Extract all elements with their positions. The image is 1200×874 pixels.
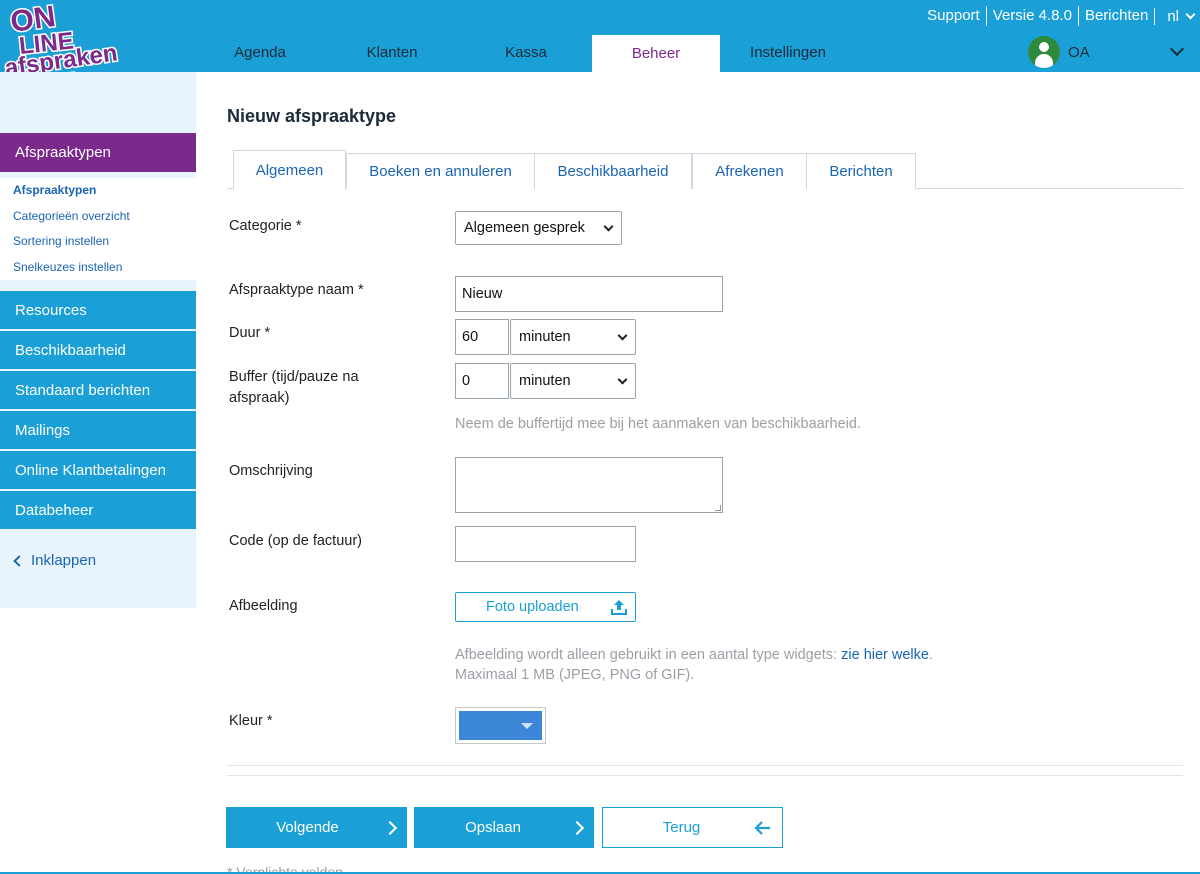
support-link[interactable]: Support (921, 6, 987, 26)
afbeelding-hint-text: Afbeelding wordt alleen gebruikt in een … (455, 647, 842, 663)
nav-klanten[interactable]: Klanten (324, 33, 460, 71)
tab-boeken-annuleren[interactable]: Boeken en annuleren (346, 153, 535, 189)
buffer-label: Buffer (tijd/pauze na afspraak) (229, 369, 359, 406)
tab-bar: Algemeen Boeken en annuleren Beschikbaar… (227, 150, 1183, 190)
sidebar-item-mailings[interactable]: Mailings (0, 410, 196, 449)
duur-unit-value: minuten (519, 329, 571, 345)
tab-algemeen[interactable]: Algemeen (233, 150, 346, 190)
avatar-icon (1028, 36, 1060, 68)
sidebar-item-databeheer[interactable]: Databeheer (0, 490, 196, 529)
user-initials: OA (1068, 43, 1090, 61)
color-swatch (459, 711, 542, 740)
chevron-down-icon (617, 374, 628, 385)
naam-label: Afspraaktype naam * (229, 282, 364, 298)
afbeelding-size-hint: Maximaal 1 MB (JPEG, PNG of GIF). (455, 667, 695, 683)
chevron-down-icon (617, 330, 628, 341)
categorie-value: Algemeen gesprek (464, 220, 585, 236)
chevron-down-icon (603, 221, 614, 232)
nav-beheer[interactable]: Beheer (592, 35, 720, 72)
next-label: Volgende (276, 819, 339, 836)
chevron-left-icon (13, 554, 25, 567)
chevron-right-icon (569, 820, 585, 835)
sidebar: Afspraaktypen Afspraaktypen Categorieën … (0, 72, 196, 608)
nav-instellingen[interactable]: Instellingen (720, 33, 856, 71)
back-button[interactable]: Terug (602, 807, 783, 848)
sidebar-item-beschikbaarheid[interactable]: Beschikbaarheid (0, 330, 196, 369)
resize-handle-icon[interactable] (715, 505, 721, 511)
duur-unit-select[interactable]: minuten (510, 319, 636, 355)
sidebar-subitem-categorieen[interactable]: Categorieën overzicht (0, 204, 196, 230)
messages-link[interactable]: Berichten (1079, 6, 1154, 26)
top-links: Support Versie 4.8.0 Berichten nl (921, 0, 1200, 32)
sidebar-subitem-sortering[interactable]: Sortering instellen (0, 229, 196, 255)
nav-agenda[interactable]: Agenda (196, 33, 324, 71)
divider (227, 775, 1183, 776)
sidebar-header-afspraaktypen[interactable]: Afspraaktypen (0, 133, 196, 172)
widgets-link[interactable]: zie hier welke (841, 647, 929, 663)
top-bar: Support Versie 4.8.0 Berichten nl Agenda… (0, 0, 1200, 72)
buffer-unit-value: minuten (519, 373, 571, 389)
save-label: Opslaan (465, 819, 521, 836)
buffer-unit-select[interactable]: minuten (510, 363, 636, 399)
divider (227, 765, 1183, 766)
sidebar-item-resources[interactable]: Resources (0, 290, 196, 329)
nav-kassa[interactable]: Kassa (460, 33, 592, 71)
chevron-down-icon (1185, 9, 1196, 19)
collapse-label: Inklappen (31, 552, 97, 569)
sidebar-item-klantbetalingen[interactable]: Online Klantbetalingen (0, 450, 196, 489)
save-button[interactable]: Opslaan (414, 807, 594, 848)
sidebar-submenu: Afspraaktypen Categorieën overzicht Sort… (0, 178, 196, 280)
categorie-select[interactable]: Algemeen gesprek (455, 211, 622, 245)
sidebar-subitem-snelkeuzes[interactable]: Snelkeuzes instellen (0, 255, 196, 281)
color-picker[interactable] (455, 707, 546, 744)
photo-upload-button[interactable]: Foto uploaden (455, 592, 636, 622)
code-input[interactable] (455, 526, 636, 562)
sidebar-item-standaard-berichten[interactable]: Standaard berichten (0, 370, 196, 409)
upload-icon (611, 600, 627, 615)
afbeelding-label: Afbeelding (229, 598, 298, 614)
caret-down-icon (521, 723, 533, 729)
omschrijving-textarea[interactable] (455, 457, 723, 513)
collapse-sidebar-button[interactable]: Inklappen (13, 552, 97, 569)
page-title: Nieuw afspraaktype (227, 106, 397, 126)
duur-input[interactable]: 60 (455, 319, 509, 355)
tab-afrekenen[interactable]: Afrekenen (692, 153, 807, 189)
back-label: Terug (662, 819, 701, 836)
upload-label: Foto uploaden (486, 599, 579, 615)
buffer-input[interactable]: 0 (455, 363, 509, 399)
tab-berichten[interactable]: Berichten (806, 153, 916, 189)
afbeelding-hint-end: . (928, 647, 933, 663)
kleur-label: Kleur * (229, 713, 273, 729)
arrow-left-icon (754, 821, 770, 835)
version-link[interactable]: Versie 4.8.0 (987, 6, 1079, 26)
language-selector[interactable]: nl (1154, 7, 1200, 25)
afbeelding-hint: Afbeelding wordt alleen gebruikt in een … (455, 645, 933, 685)
duur-label: Duur * (229, 325, 271, 341)
omschrijving-label: Omschrijving (229, 463, 313, 479)
sidebar-subitem-afspraaktypen[interactable]: Afspraaktypen (0, 178, 196, 204)
categorie-label: Categorie * (229, 218, 302, 234)
buffer-hint: Neem de buffertijd mee bij het aanmaken … (455, 416, 861, 432)
chevron-right-icon (382, 820, 398, 835)
main-nav: Agenda Klanten Kassa Beheer Instellingen… (196, 32, 1200, 72)
user-menu[interactable]: OA (1028, 36, 1090, 68)
next-button[interactable]: Volgende (226, 807, 407, 848)
language-label: nl (1167, 7, 1179, 25)
code-label: Code (op de factuur) (229, 533, 362, 549)
tab-beschikbaarheid[interactable]: Beschikbaarheid (534, 153, 692, 189)
naam-input[interactable]: Nieuw (455, 276, 723, 312)
